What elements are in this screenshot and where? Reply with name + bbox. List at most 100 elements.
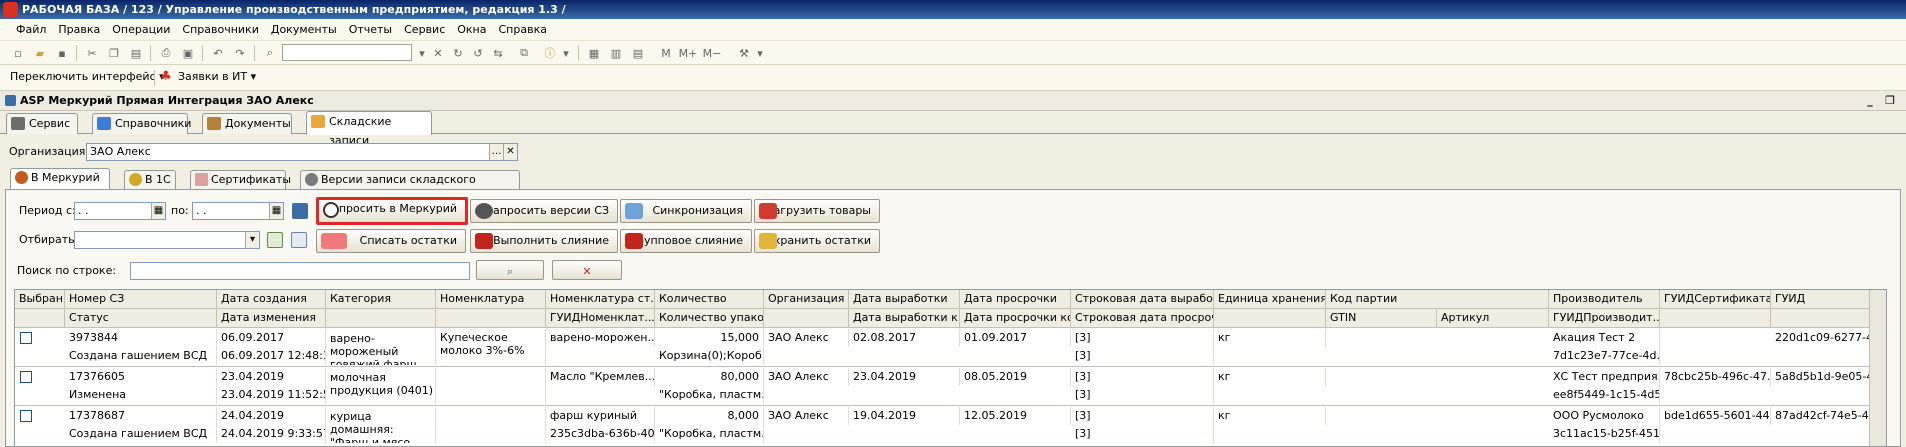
refresh-icon[interactable] (267, 232, 283, 248)
menu-file[interactable]: Файл (0, 19, 52, 41)
org-field[interactable]: ЗАО Алекс … ✕ (86, 143, 518, 161)
calendar-icon[interactable]: ▦ (269, 203, 283, 219)
memory-minus-icon[interactable]: M− (703, 45, 722, 61)
menu-documents[interactable]: Документы (265, 19, 343, 41)
col-nomenclature-st[interactable]: Номенклатура ст... (546, 290, 655, 309)
request-versions-button[interactable]: Запросить версии СЗ (470, 199, 618, 223)
open-folder-icon[interactable]: ▰ (32, 45, 48, 61)
col-batch[interactable]: Код партии (1326, 290, 1549, 309)
menu-service[interactable]: Сервис (398, 19, 451, 41)
save-icon[interactable]: ▪ (54, 45, 70, 61)
replace-icon[interactable]: ⇆ (490, 45, 506, 61)
col-str-exp[interactable]: Строковая дата просроч... (1071, 309, 1214, 328)
clear-search-button[interactable]: ✕ (552, 260, 622, 280)
cut-icon[interactable]: ✂ (84, 45, 100, 61)
col-number[interactable]: Номер СЗ (65, 290, 217, 309)
redo-icon[interactable]: ↷ (232, 45, 248, 61)
period-select-icon[interactable] (292, 203, 308, 219)
col-category[interactable]: Категория (326, 290, 436, 309)
select-button[interactable]: … (489, 144, 503, 160)
undo-icon[interactable]: ↶ (210, 45, 226, 61)
col-quantity[interactable]: Количество (655, 290, 764, 309)
vertical-scrollbar[interactable] (1869, 290, 1886, 446)
col-nomenclature[interactable]: Номенклатура (436, 290, 546, 309)
copy-icon[interactable]: ❐ (106, 45, 122, 61)
group-merge-button[interactable]: Групповое слияние (620, 229, 752, 253)
calendar-icon[interactable]: ▥ (608, 45, 624, 61)
memory-plus-icon[interactable]: M+ (679, 45, 698, 61)
col-changed[interactable]: Дата изменения (217, 309, 326, 328)
chevron-down-icon[interactable]: ▾ (414, 45, 430, 61)
row-checkbox[interactable] (20, 371, 32, 383)
col-guid[interactable]: ГУИД (1771, 290, 1871, 309)
paste-icon[interactable]: ▤ (128, 45, 144, 61)
menu-edit[interactable]: Правка (52, 19, 106, 41)
col-organization[interactable]: Организация (764, 290, 849, 309)
clear-icon[interactable]: ✕ (503, 144, 517, 160)
switch-interface-button[interactable]: Переключить интерфейс ▾ (10, 70, 165, 83)
col-producer-guid[interactable]: ГУИДПроизводит... (1549, 309, 1660, 328)
col-selected[interactable]: Выбран (15, 290, 65, 309)
col-pack-qty[interactable]: Количество упако... (655, 309, 764, 328)
tab-certificates[interactable]: Сертификаты (190, 170, 291, 189)
merge-button[interactable]: Выполнить слияние (470, 229, 618, 253)
calculator-icon[interactable]: ▦ (586, 45, 602, 61)
tab-to-mercury[interactable]: В Меркурий (10, 168, 110, 190)
menu-reports[interactable]: Отчеты (343, 19, 398, 41)
load-goods-button[interactable]: Загрузить товары (754, 199, 880, 223)
col-created[interactable]: Дата создания (217, 290, 326, 309)
row-checkbox[interactable] (20, 332, 32, 344)
minimize-icon[interactable]: _ (1862, 93, 1878, 109)
col-article[interactable]: Артикул (1437, 309, 1549, 328)
col-nom-guid[interactable]: ГУИДНоменклат... (546, 309, 655, 328)
col-exp-date-end[interactable]: Дата просрочки кон (960, 309, 1071, 328)
windows-icon[interactable]: ⧉ (516, 45, 532, 61)
copy-filter-icon[interactable] (291, 232, 307, 248)
col-cert-guid[interactable]: ГУИДСертификата (1660, 290, 1771, 309)
request-mercury-button[interactable]: Запросить в Меркурий (316, 197, 468, 225)
tab-service[interactable]: Сервис (6, 113, 78, 134)
sync-button[interactable]: Синкронизация (620, 199, 752, 223)
search-field[interactable] (130, 262, 470, 280)
preview-icon[interactable]: ▣ (180, 45, 196, 61)
records-table[interactable]: Выбран Номер СЗ Дата создания Категория … (14, 289, 1887, 447)
period-from-field[interactable]: . . ▦ (74, 202, 166, 220)
table-icon[interactable]: ▤ (630, 45, 646, 61)
memory-icon[interactable]: M (658, 45, 674, 61)
restore-icon[interactable]: ❐ (1882, 93, 1898, 109)
toolbar-search-input[interactable] (282, 44, 412, 61)
chevron-down-icon[interactable]: ▾ (752, 45, 768, 61)
tools-icon[interactable]: ⚒ (736, 45, 752, 61)
col-gtin[interactable]: GTIN (1326, 309, 1437, 328)
it-requests-button[interactable]: Заявки в ИТ ▾ (178, 70, 256, 83)
menu-operations[interactable]: Операции (106, 19, 176, 41)
calendar-icon[interactable]: ▦ (151, 203, 165, 219)
tab-references[interactable]: Справочники (92, 113, 191, 134)
tab-warehouse-records[interactable]: Складские записи (306, 111, 432, 147)
row-checkbox[interactable] (20, 410, 32, 422)
search-button[interactable]: ⌕ (476, 260, 544, 280)
period-to-field[interactable]: . . ▦ (192, 202, 284, 220)
info-icon[interactable]: ⓘ (542, 45, 558, 61)
menu-windows[interactable]: Окна (451, 19, 492, 41)
filter-select[interactable]: ▾ (74, 231, 260, 249)
tab-versions[interactable]: Версии записи складского журнала (300, 170, 520, 203)
col-unit[interactable]: Единица хранения (1214, 290, 1326, 309)
col-producer[interactable]: Производитель (1549, 290, 1660, 309)
search-icon[interactable]: ⌕ (262, 45, 278, 61)
find-next-icon[interactable]: ↻ (450, 45, 466, 61)
tab-to-1c[interactable]: В 1С (124, 170, 176, 189)
chevron-down-icon[interactable]: ▾ (558, 45, 574, 61)
col-prod-date[interactable]: Дата выработки (849, 290, 960, 309)
col-exp-date[interactable]: Дата просрочки (960, 290, 1071, 309)
find-prev-icon[interactable]: ↺ (470, 45, 486, 61)
save-rest-button[interactable]: Сохранить остатки (754, 229, 880, 253)
tab-documents[interactable]: Документы (202, 113, 292, 134)
col-status[interactable]: Статус (65, 309, 217, 328)
print-icon[interactable]: ⎙ (158, 45, 174, 61)
new-doc-icon[interactable]: ▫ (10, 45, 26, 61)
clear-search-icon[interactable]: ✕ (430, 45, 446, 61)
menu-references[interactable]: Справочники (176, 19, 264, 41)
col-str-prod[interactable]: Строковая дата выработ... (1071, 290, 1214, 309)
menu-help[interactable]: Справка (493, 19, 553, 41)
